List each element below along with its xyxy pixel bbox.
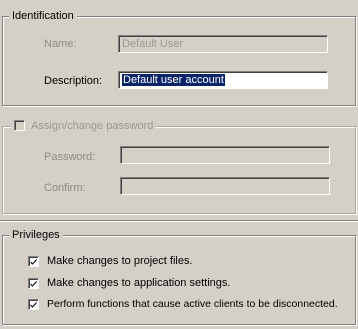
privilege-checkbox-disconnect-clients[interactable] bbox=[28, 299, 39, 310]
password-field[interactable] bbox=[120, 146, 330, 164]
checkmark-icon bbox=[30, 280, 37, 287]
privileges-title: Privileges bbox=[9, 228, 63, 242]
password-group bbox=[2, 126, 356, 214]
name-field[interactable]: Default User bbox=[118, 35, 328, 53]
password-label: Password: bbox=[44, 151, 96, 163]
name-label: Name: bbox=[44, 38, 77, 50]
privilege-label-app-settings: Make changes to application settings. bbox=[47, 277, 231, 289]
separator-line bbox=[0, 220, 358, 222]
password-legend: Assign/change password bbox=[11, 119, 157, 133]
privilege-checkbox-project-files[interactable] bbox=[28, 256, 39, 267]
description-field[interactable]: Default user account bbox=[118, 71, 328, 89]
privilege-label-project-files: Make changes to project files. bbox=[47, 255, 193, 267]
description-label: Description: bbox=[44, 75, 103, 87]
privilege-label-disconnect-clients: Perform functions that cause active clie… bbox=[47, 298, 338, 310]
checkmark-icon bbox=[30, 301, 37, 308]
privilege-checkbox-app-settings[interactable] bbox=[28, 278, 39, 289]
identification-title: Identification bbox=[9, 9, 77, 23]
confirm-label: Confirm: bbox=[44, 182, 86, 194]
confirm-field[interactable] bbox=[120, 177, 330, 195]
assign-password-checkbox[interactable] bbox=[14, 119, 25, 131]
identification-group: Identification bbox=[2, 9, 356, 106]
checkmark-icon bbox=[30, 258, 37, 265]
description-value: Default user account bbox=[122, 74, 225, 86]
password-title: Assign/change password bbox=[31, 120, 154, 132]
